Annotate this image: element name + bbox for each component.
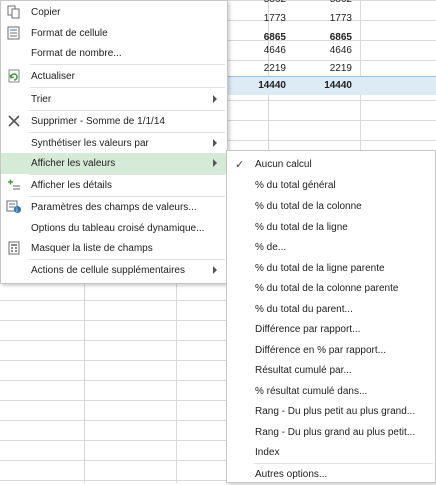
show-values-as-submenu: ✓ Aucun calcul % du total général % du t…: [226, 150, 436, 483]
submenu-item-label: % du total de la colonne parente: [255, 283, 399, 294]
cell-value[interactable]: 4646: [330, 45, 352, 56]
menu-item-label: Actualiser: [31, 71, 75, 82]
chevron-right-icon: [213, 159, 217, 167]
menu-item-show-details[interactable]: Afficher les détails: [1, 175, 227, 196]
cell-value[interactable]: 5862: [264, 0, 286, 5]
menu-item-label: Copier: [31, 7, 61, 18]
submenu-item-label: % du total de la ligne: [255, 222, 348, 233]
menu-item-show-values-as[interactable]: Afficher les valeurs: [1, 153, 227, 174]
field-list-icon: [6, 241, 22, 255]
submenu-item-label: Autres options...: [255, 469, 328, 480]
chevron-right-icon: [213, 95, 217, 103]
menu-item-label: Afficher les valeurs: [31, 158, 116, 169]
menu-item-label: Afficher les détails: [31, 180, 112, 191]
menu-item-copy[interactable]: Copier: [1, 2, 227, 23]
table-row[interactable]: 1773 1773: [226, 9, 436, 28]
cell-value[interactable]: 14440: [324, 80, 352, 91]
submenu-item-rank-largest-smallest[interactable]: Rang - Du plus grand au plus petit...: [227, 422, 435, 443]
submenu-item-no-calculation[interactable]: ✓ Aucun calcul: [227, 154, 435, 175]
menu-item-label: Synthétiser les valeurs par: [31, 138, 149, 149]
submenu-item-rank-smallest-largest[interactable]: Rang - Du plus petit au plus grand...: [227, 401, 435, 422]
menu-item-sort[interactable]: Trier: [1, 89, 227, 110]
cell-value[interactable]: 4646: [264, 45, 286, 56]
submenu-item-difference-from[interactable]: Différence par rapport...: [227, 319, 435, 340]
menu-item-additional-actions[interactable]: Actions de cellule supplémentaires: [1, 260, 227, 281]
menu-item-label: Paramètres des champs de valeurs...: [31, 202, 197, 213]
submenu-item-label: Aucun calcul: [255, 159, 312, 170]
menu-separator: [29, 64, 225, 65]
submenu-item-pct-of[interactable]: % de...: [227, 237, 435, 258]
submenu-item-more-options[interactable]: Autres options...: [227, 464, 435, 485]
copy-icon: [6, 5, 22, 19]
table-row[interactable]: 4646 4646: [226, 39, 436, 58]
menu-item-label: Actions de cellule supplémentaires: [31, 265, 185, 276]
menu-item-pivot-options[interactable]: Options du tableau croisé dynamique...: [1, 218, 227, 239]
menu-item-label: Trier: [31, 94, 52, 105]
cell-value[interactable]: 14440: [258, 80, 286, 91]
cell-value[interactable]: 2219: [264, 63, 286, 74]
submenu-item-pct-grand-total[interactable]: % du total général: [227, 175, 435, 196]
submenu-item-label: Index: [255, 447, 280, 458]
menu-item-remove[interactable]: Supprimer - Somme de 1/1/14: [1, 111, 227, 132]
menu-item-label: Supprimer - Somme de 1/1/14: [31, 116, 165, 127]
submenu-item-index[interactable]: Index: [227, 442, 435, 463]
submenu-item-label: Résultat cumulé par...: [255, 365, 352, 376]
submenu-item-label: Rang - Du plus petit au plus grand...: [255, 406, 416, 417]
show-details-icon: [6, 178, 22, 192]
cell-value[interactable]: 1773: [264, 13, 286, 24]
submenu-item-label: % de...: [255, 242, 287, 253]
submenu-item-pct-column-total[interactable]: % du total de la colonne: [227, 196, 435, 217]
menu-item-value-field-settings[interactable]: i Paramètres des champs de valeurs...: [1, 197, 227, 218]
submenu-item-pct-running-total[interactable]: % résultat cumulé dans...: [227, 381, 435, 402]
checkmark-icon: ✓: [235, 159, 245, 171]
submenu-item-label: % résultat cumulé dans...: [255, 386, 368, 397]
submenu-item-label: Différence par rapport...: [255, 324, 361, 335]
field-settings-icon: i: [6, 200, 22, 214]
menu-item-label: Masquer la liste de champs: [31, 243, 153, 254]
menu-item-label: Options du tableau croisé dynamique...: [31, 223, 205, 234]
menu-item-refresh[interactable]: Actualiser: [1, 66, 227, 87]
cell-value[interactable]: 1773: [330, 13, 352, 24]
submenu-item-label: Différence en % par rapport...: [255, 345, 386, 356]
menu-separator: [29, 87, 225, 88]
svg-text:i: i: [16, 208, 17, 214]
submenu-item-pct-row-total[interactable]: % du total de la ligne: [227, 217, 435, 238]
refresh-icon: [6, 69, 22, 83]
cell-value[interactable]: 2219: [330, 63, 352, 74]
menu-item-number-format[interactable]: Format de nombre...: [1, 43, 227, 64]
submenu-item-label: % du total général: [255, 180, 336, 191]
submenu-item-pct-parent-total[interactable]: % du total du parent...: [227, 299, 435, 320]
submenu-item-label: % du total du parent...: [255, 304, 353, 315]
menu-item-hide-field-list[interactable]: Masquer la liste de champs: [1, 238, 227, 259]
context-menu: Copier Format de cellule Format de nombr…: [0, 0, 228, 284]
submenu-item-running-total[interactable]: Résultat cumulé par...: [227, 360, 435, 381]
submenu-item-pct-parent-row-total[interactable]: % du total de la ligne parente: [227, 258, 435, 279]
submenu-item-label: Rang - Du plus grand au plus petit...: [255, 427, 416, 438]
menu-item-summarize-by[interactable]: Synthétiser les valeurs par: [1, 133, 227, 154]
grand-total-row[interactable]: 14440 14440: [226, 76, 436, 95]
submenu-item-label: % du total de la ligne parente: [255, 263, 385, 274]
chevron-right-icon: [213, 139, 217, 147]
table-row[interactable]: 5862 5862: [226, 0, 436, 9]
menu-item-label: Format de nombre...: [31, 48, 122, 59]
submenu-item-label: % du total de la colonne: [255, 201, 362, 212]
chevron-right-icon: [213, 266, 217, 274]
cell-value[interactable]: 5862: [330, 0, 352, 5]
format-cells-icon: [6, 26, 22, 40]
menu-item-format-cells[interactable]: Format de cellule: [1, 23, 227, 44]
submenu-item-pct-difference-from[interactable]: Différence en % par rapport...: [227, 340, 435, 361]
delete-x-icon: [6, 114, 22, 128]
submenu-item-pct-parent-column-total[interactable]: % du total de la colonne parente: [227, 278, 435, 299]
menu-item-label: Format de cellule: [31, 28, 108, 39]
